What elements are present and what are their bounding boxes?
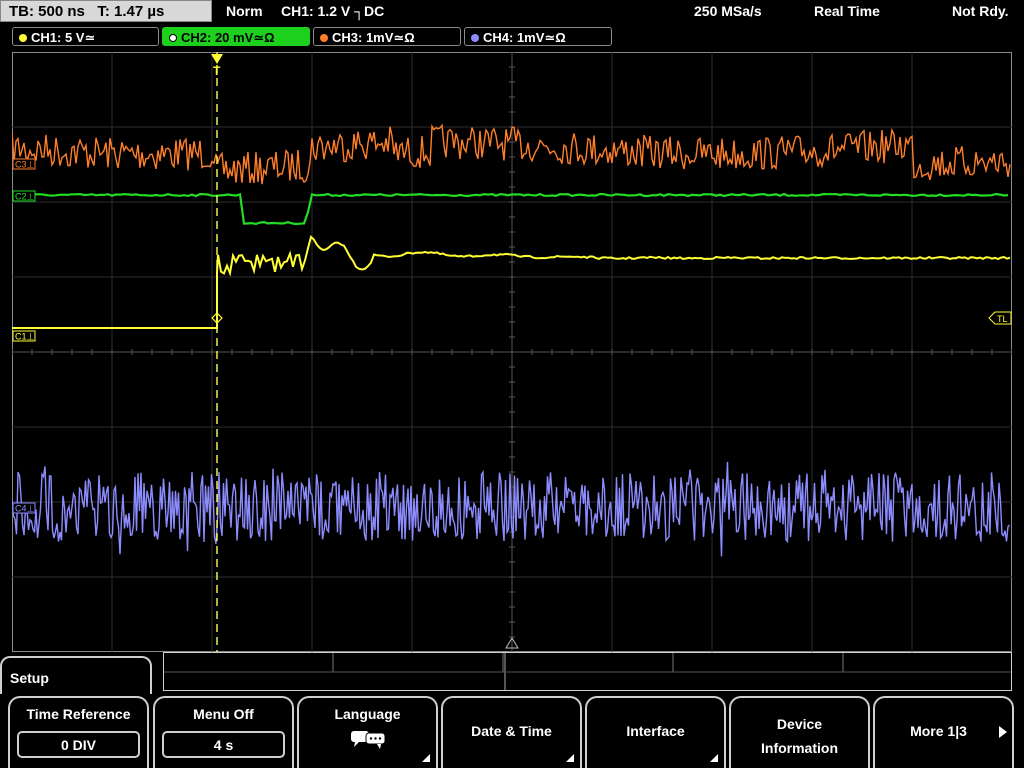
device-information-line2: Information — [761, 740, 838, 756]
menu-off-label: Menu Off — [193, 706, 254, 722]
date-time-label: Date & Time — [471, 723, 552, 739]
device-information-label: Device Information — [731, 712, 868, 760]
time-scale-strip — [163, 652, 1012, 691]
channel-1-dot-icon — [19, 34, 27, 42]
menu-edge — [1014, 696, 1024, 768]
menu-off-value-box[interactable]: 4 s — [162, 731, 285, 758]
speech-bubble-icon — [351, 731, 386, 749]
channel-1-button[interactable]: CH1: 5 V≃ — [12, 27, 159, 46]
trigger-time: T: 1.47 µs — [97, 3, 165, 20]
channel-1-ref-label: C1⊥ — [15, 332, 35, 342]
trigger-source[interactable]: CH1: 1.2 V ┐DC — [281, 0, 384, 22]
channel-2-dot-icon — [169, 34, 177, 42]
language-label: Language — [334, 706, 401, 722]
time-reference-label: Time Reference — [26, 706, 131, 722]
date-time-softkey[interactable]: Date & Time — [441, 696, 582, 768]
status-bar: TB: 500 ns T: 1.47 µs Norm CH1: 1.2 V ┐D… — [0, 0, 1024, 24]
language-softkey[interactable]: Language — [297, 696, 438, 768]
channel-3-ref-label: C3⊥ — [15, 160, 35, 170]
timebase-readout[interactable]: TB: 500 ns T: 1.47 µs — [0, 0, 212, 22]
menu-title: Setup — [10, 670, 49, 686]
timebase: TB: 500 ns — [9, 3, 85, 20]
time-reference-value-box[interactable]: 0 DIV — [17, 731, 140, 758]
channel-2-button[interactable]: CH2: 20 mV≃Ω — [162, 27, 310, 46]
channel-4-dot-icon — [471, 34, 479, 42]
channel-2-label: CH2: 20 mV≃Ω — [181, 30, 275, 45]
submenu-corner-icon — [566, 754, 574, 762]
channel-3-button[interactable]: CH3: 1mV≃Ω — [313, 27, 461, 46]
channel-4-label: CH4: 1mV≃Ω — [483, 30, 566, 45]
channel-4-ref-marker[interactable]: C4⊥ — [12, 502, 36, 514]
menu-off-value: 4 s — [213, 737, 234, 753]
menu-off-softkey[interactable]: Menu Off 4 s — [153, 696, 294, 768]
sample-rate: 250 MSa/s — [694, 3, 762, 19]
channel-1-ref-marker[interactable]: C1⊥ — [12, 330, 36, 342]
interface-softkey[interactable]: Interface — [585, 696, 726, 768]
menu-title-tab[interactable]: Setup — [0, 656, 152, 694]
submenu-corner-icon — [422, 754, 430, 762]
channel-3-ref-marker[interactable]: C3⊥ — [12, 158, 36, 170]
trigger-mode[interactable]: Norm — [226, 0, 263, 22]
more-softkey[interactable]: More 1|3 — [873, 696, 1014, 768]
interface-label: Interface — [626, 723, 685, 739]
channel-4-button[interactable]: CH4: 1mV≃Ω — [464, 27, 612, 46]
channel-3-dot-icon — [320, 34, 328, 42]
channel-1-label: CH1: 5 V≃ — [31, 30, 96, 45]
channel-4-ref-label: C4⊥ — [15, 504, 35, 514]
acquisition-mode: Real Time — [814, 3, 880, 19]
device-information-line1: Device — [776, 716, 823, 732]
trigger-marker-label: T — [213, 64, 221, 78]
time-reference-softkey[interactable]: Time Reference 0 DIV — [8, 696, 149, 768]
arrow-right-icon — [999, 726, 1007, 738]
waveform-display[interactable]: T C3⊥ C2⊥ C1⊥ C4⊥ TL — [12, 52, 1012, 652]
channel-2-ref-label: C2⊥ — [15, 192, 35, 202]
time-reference-value: 0 DIV — [60, 737, 96, 753]
trigger-level-label: TL — [997, 314, 1008, 324]
channel-2-ref-marker[interactable]: C2⊥ — [12, 190, 36, 202]
submenu-corner-icon — [710, 754, 718, 762]
more-label: More 1|3 — [910, 723, 967, 739]
acquisition-status: Not Rdy. — [952, 3, 1009, 19]
channel-3-label: CH3: 1mV≃Ω — [332, 30, 415, 45]
device-information-softkey[interactable]: Device Information — [729, 696, 870, 768]
